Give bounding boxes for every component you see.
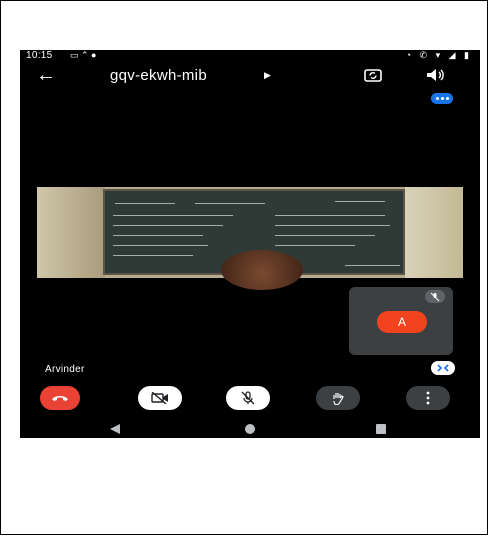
call-header: ← gqv-ekwh-mib ▶ (20, 64, 480, 88)
mic-off-icon (425, 290, 445, 303)
participant-name: Arvinder (45, 364, 85, 375)
speaker-icon[interactable] (424, 66, 446, 84)
more-options-button[interactable] (406, 386, 450, 410)
pin-icon[interactable] (431, 361, 455, 375)
video-feed (37, 187, 463, 290)
end-call-button[interactable] (40, 386, 80, 410)
call-controls (20, 386, 480, 416)
nav-back-icon[interactable] (108, 423, 122, 435)
system-icons: ◔ ✆ ▾ ◢ ▮ (405, 50, 472, 60)
back-arrow-icon[interactable]: ← (36, 64, 56, 86)
meeting-code[interactable]: gqv-ekwh-mib (110, 67, 207, 84)
phone-screen: 10:15 ▭ ⌃ ● ◔ ✆ ▾ ◢ ▮ ← gqv-ekwh-mib ▶ A… (20, 50, 480, 438)
raise-hand-button[interactable] (316, 386, 360, 410)
raise-hand-icon (333, 393, 344, 405)
status-time: 10:15 (26, 50, 53, 61)
switch-camera-icon[interactable] (362, 66, 384, 84)
avatar: A (377, 311, 427, 333)
end-call-icon (52, 396, 68, 401)
nav-recents-icon[interactable] (375, 423, 387, 435)
nav-home-icon[interactable] (244, 423, 256, 435)
classroom-wall (37, 187, 105, 278)
camera-toggle-button[interactable] (138, 386, 182, 410)
chevron-right-icon[interactable]: ▶ (264, 70, 271, 81)
self-view-tile[interactable]: A (349, 287, 453, 355)
more-options-icon (426, 391, 430, 405)
main-video-tile[interactable]: A Arvinder (37, 88, 463, 380)
mic-off-icon (241, 391, 255, 405)
notification-icons: ▭ ⌃ ● (70, 50, 97, 60)
status-bar: 10:15 ▭ ⌃ ● ◔ ✆ ▾ ◢ ▮ (20, 50, 480, 62)
mic-toggle-button[interactable] (226, 386, 270, 410)
person-head (221, 250, 303, 290)
classroom-wall (405, 187, 463, 278)
more-options-icon[interactable] (431, 93, 453, 104)
camera-off-icon (151, 392, 168, 404)
android-nav-bar (20, 420, 480, 438)
